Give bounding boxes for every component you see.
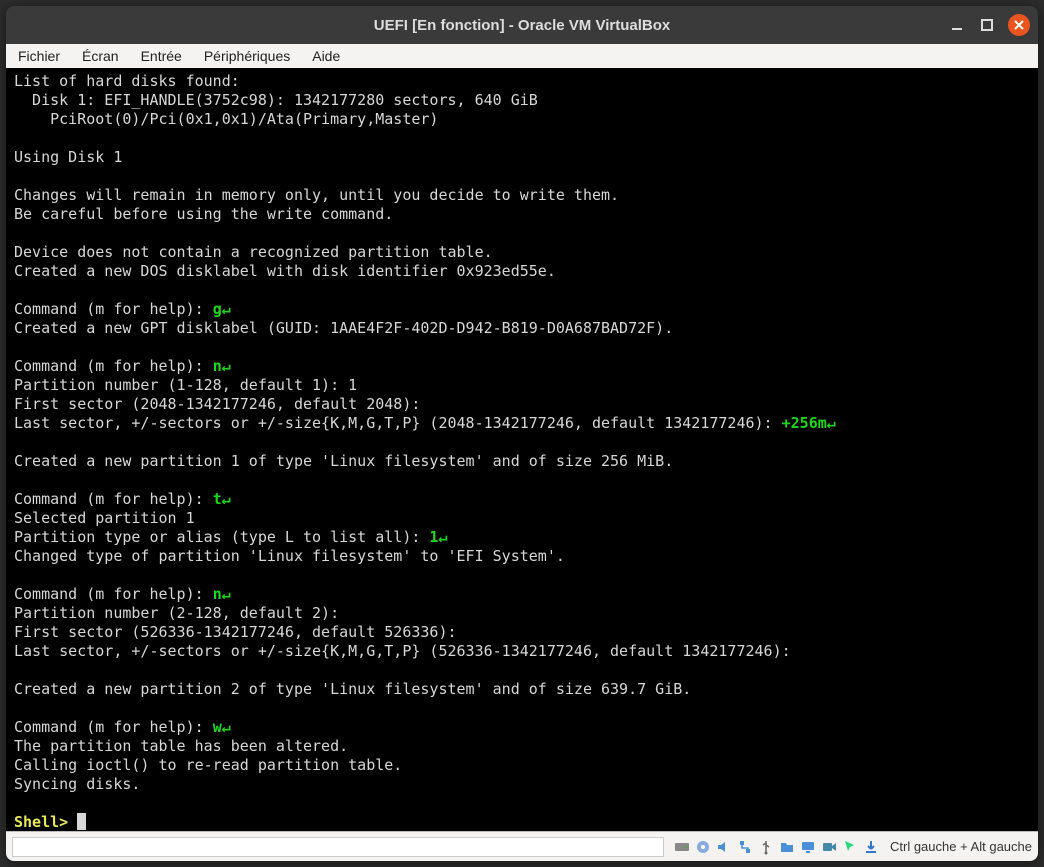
maximize-button[interactable] (978, 16, 996, 34)
close-button[interactable] (1008, 14, 1030, 36)
shell-prompt: Shell> (14, 813, 77, 831)
vm-display-terminal[interactable]: List of hard disks found: Disk 1: EFI_HA… (6, 68, 1038, 840)
terminal-line: Created a new DOS disklabel with disk id… (14, 262, 556, 280)
menu-devices[interactable]: Périphériques (202, 46, 292, 66)
terminal-line: Changed type of partition 'Linux filesys… (14, 547, 565, 565)
terminal-line: Last sector, +/-sectors or +/-size{K,M,G… (14, 414, 782, 432)
terminal-line: List of hard disks found: (14, 72, 240, 90)
window-controls (948, 14, 1030, 36)
display-icon[interactable] (800, 838, 817, 855)
window-title: UEFI [En fonction] - Oracle VM VirtualBo… (374, 17, 670, 34)
enter-icon: ↵ (222, 300, 231, 318)
command-prompt: Command (m for help): (14, 490, 213, 508)
menu-input[interactable]: Entrée (139, 46, 184, 66)
enter-icon: ↵ (438, 528, 447, 546)
enter-icon: ↵ (222, 585, 231, 603)
hard-disk-icon[interactable] (674, 838, 691, 855)
terminal-line: The partition table has been altered. (14, 737, 348, 755)
terminal-line: Disk 1: EFI_HANDLE(3752c98): 1342177280 … (14, 91, 538, 109)
title-bar[interactable]: UEFI [En fonction] - Oracle VM VirtualBo… (6, 6, 1038, 44)
menu-bar: Fichier Écran Entrée Périphériques Aide (6, 44, 1038, 68)
command-prompt: Command (m for help): (14, 718, 213, 736)
minimize-button[interactable] (948, 16, 966, 34)
virtualbox-window: UEFI [En fonction] - Oracle VM VirtualBo… (6, 6, 1038, 861)
terminal-line: Created a new partition 2 of type 'Linux… (14, 680, 691, 698)
terminal-line: Changes will remain in memory only, unti… (14, 186, 619, 204)
enter-icon: ↵ (222, 357, 231, 375)
cursor (77, 813, 86, 830)
command-prompt: Command (m for help): (14, 300, 213, 318)
network-icon[interactable] (737, 838, 754, 855)
menu-help[interactable]: Aide (310, 46, 342, 66)
terminal-line: Syncing disks. (14, 775, 140, 793)
menu-display[interactable]: Écran (80, 46, 121, 66)
terminal-line: Selected partition 1 (14, 509, 195, 527)
vm-status-bar: Ctrl gauche + Alt gauche (6, 831, 1038, 861)
enter-icon: ↵ (222, 718, 231, 736)
user-input: +256m (782, 414, 827, 432)
command-prompt: Command (m for help): (14, 585, 213, 603)
user-input: t (213, 490, 222, 508)
terminal-line: First sector (526336-1342177246, default… (14, 623, 457, 641)
terminal-line: Using Disk 1 (14, 148, 122, 166)
terminal-line: Created a new partition 1 of type 'Linux… (14, 452, 673, 470)
user-input: g (213, 300, 222, 318)
terminal-line: Partition number (2-128, default 2): (14, 604, 339, 622)
user-input: n (213, 585, 222, 603)
terminal-line: Calling ioctl() to re-read partition tab… (14, 756, 402, 774)
command-prompt: Command (m for help): (14, 357, 213, 375)
terminal-line: Created a new GPT disklabel (GUID: 1AAE4… (14, 319, 673, 337)
user-input: w (213, 718, 222, 736)
usb-icon[interactable] (758, 838, 775, 855)
terminal-line: First sector (2048-1342177246, default 2… (14, 395, 420, 413)
terminal-line: PciRoot(0)/Pci(0x1,0x1)/Ata(Primary,Mast… (14, 110, 438, 128)
terminal-line: Partition type or alias (type L to list … (14, 528, 429, 546)
recording-icon[interactable] (821, 838, 838, 855)
desktop: UEFI [En fonction] - Oracle VM VirtualBo… (0, 0, 1044, 867)
enter-icon: ↵ (827, 414, 836, 432)
terminal-line: Last sector, +/-sectors or +/-size{K,M,G… (14, 642, 791, 660)
keyboard-capture-icon[interactable] (863, 838, 880, 855)
terminal-line: Partition number (1-128, default 1): 1 (14, 376, 357, 394)
user-input: n (213, 357, 222, 375)
status-address-field[interactable] (12, 837, 664, 857)
host-key-label[interactable]: Ctrl gauche + Alt gauche (884, 839, 1032, 854)
shared-folders-icon[interactable] (779, 838, 796, 855)
optical-drive-icon[interactable] (695, 838, 712, 855)
menu-file[interactable]: Fichier (16, 46, 62, 66)
terminal-line: Device does not contain a recognized par… (14, 243, 493, 261)
terminal-line: Be careful before using the write comman… (14, 205, 393, 223)
mouse-integration-icon[interactable] (842, 838, 859, 855)
enter-icon: ↵ (222, 490, 231, 508)
audio-icon[interactable] (716, 838, 733, 855)
